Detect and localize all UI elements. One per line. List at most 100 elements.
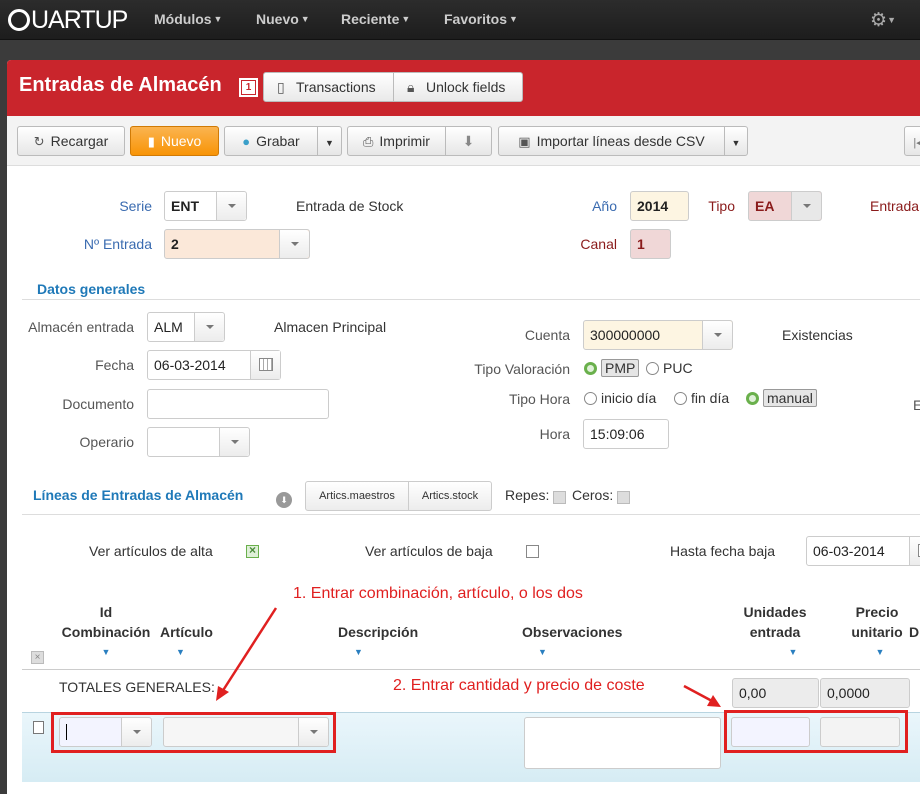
hasta-fecha-field[interactable]: 06-03-2014 <box>806 536 920 566</box>
reload-label: Recargar <box>50 133 109 149</box>
col-precio[interactable]: Precio unitario ▼ <box>838 602 916 662</box>
fecha-field[interactable]: 06-03-2014 <box>147 350 281 380</box>
refresh-icon: ↻ <box>33 134 45 149</box>
artics-stock-button[interactable]: Artics.stock <box>408 481 492 511</box>
ver-baja-checkbox[interactable] <box>526 545 539 558</box>
calendar-icon[interactable] <box>909 537 920 565</box>
caret-down-icon: ▼ <box>731 138 741 148</box>
observaciones-field[interactable] <box>524 717 721 769</box>
radio-selected-icon[interactable] <box>746 392 759 405</box>
radio-selected-icon[interactable] <box>584 362 597 375</box>
hora-field[interactable]: 15:09:06 <box>583 419 669 449</box>
lock-icon: 🔒︎ <box>407 79 415 95</box>
chevron-down-icon[interactable] <box>121 718 151 746</box>
tipo-hora-fin-option[interactable]: fin día <box>674 390 729 406</box>
download-icon[interactable]: ⬇ <box>276 492 292 508</box>
col-descripcion[interactable]: Descripción ▼ <box>338 622 418 662</box>
new-button[interactable]: ▮ Nuevo <box>130 126 219 156</box>
chevron-down-icon[interactable] <box>194 313 224 341</box>
ano-field[interactable]: 2014 <box>630 191 689 221</box>
col-unidades[interactable]: Unidades entrada ▼ <box>738 602 812 662</box>
almacen-select[interactable]: ALM <box>147 312 225 342</box>
repes-checkbox[interactable] <box>553 491 566 504</box>
radio-icon[interactable] <box>584 392 597 405</box>
tipo-hora-manual-option[interactable]: manual <box>746 389 817 407</box>
chevron-down-icon: ▼ <box>509 14 518 24</box>
ver-alta-checkbox[interactable] <box>246 543 259 558</box>
download-icon: ⬇ <box>462 133 475 149</box>
radio-icon[interactable] <box>646 362 659 375</box>
download-button[interactable]: ⬇ <box>445 126 492 156</box>
fecha-label: Fecha <box>95 357 134 373</box>
col-observaciones[interactable]: Observaciones ▼ <box>522 622 622 662</box>
col-id-combinacion[interactable]: Id Combinación ▼ <box>55 602 157 662</box>
menu-nuevo[interactable]: Nuevo ▼ <box>256 11 310 27</box>
chevron-down-icon: ▼ <box>401 14 411 24</box>
first-record-button[interactable]: |◀ <box>904 126 920 156</box>
manual-label: manual <box>763 389 817 407</box>
unlock-fields-label: Unlock fields <box>426 79 506 95</box>
serie-select[interactable]: ENT <box>164 191 247 221</box>
valoracion-pmp-option[interactable]: PMP <box>584 359 640 377</box>
chevron-down-icon[interactable] <box>219 428 249 456</box>
unlock-fields-button[interactable]: 🔒︎ Unlock fields <box>393 72 523 102</box>
fecha-value: 06-03-2014 <box>154 357 226 373</box>
id-combinacion-select[interactable] <box>59 717 152 747</box>
operario-select[interactable] <box>147 427 250 457</box>
transactions-label: Transactions <box>296 79 376 95</box>
radio-icon[interactable] <box>674 392 687 405</box>
ceros-checkbox[interactable] <box>617 491 630 504</box>
calendar-icon[interactable] <box>250 351 280 379</box>
chevron-down-icon[interactable] <box>298 718 328 746</box>
logo-q-mark <box>8 9 30 31</box>
precio-unitario-field[interactable] <box>820 717 900 747</box>
almacen-description: Almacen Principal <box>274 319 387 335</box>
tipo-hora-inicio-option[interactable]: inicio día <box>584 390 656 406</box>
transactions-button[interactable]: ▯ Transactions <box>263 72 394 102</box>
tipo-select[interactable]: EA <box>748 191 822 221</box>
sort-arrow-icon[interactable]: ▼ <box>522 642 622 662</box>
valoracion-puc-option[interactable]: PUC <box>646 360 693 376</box>
ano-label: Año <box>592 198 617 214</box>
menu-modulos[interactable]: Módulos ▼ <box>154 11 222 27</box>
sort-arrow-icon[interactable]: ▼ <box>55 642 157 662</box>
app-logo[interactable]: UARTUP <box>8 7 128 33</box>
operario-label: Operario <box>79 434 134 450</box>
print-button[interactable]: ⎙ Imprimir <box>347 126 446 156</box>
unidades-entrada-field[interactable] <box>731 717 810 747</box>
chevron-down-icon[interactable] <box>216 192 246 220</box>
documento-field[interactable] <box>147 389 329 419</box>
menu-reciente[interactable]: Reciente ▼ <box>341 11 410 27</box>
sort-arrow-icon[interactable]: ▼ <box>338 642 418 662</box>
save-button[interactable]: ● Grabar <box>224 126 318 156</box>
artics-maestros-button[interactable]: Artics.maestros <box>305 481 409 511</box>
chevron-down-icon[interactable] <box>279 230 309 258</box>
hasta-fecha-value: 06-03-2014 <box>813 543 885 559</box>
chevron-down-icon[interactable] <box>702 321 732 349</box>
menu-reciente-label: Reciente <box>341 11 400 27</box>
articulo-select[interactable] <box>163 717 329 747</box>
sort-arrow-icon[interactable]: ▼ <box>738 642 812 662</box>
first-page-icon: |◀ <box>913 137 920 149</box>
nentrada-select[interactable]: 2 <box>164 229 310 259</box>
reload-button[interactable]: ↻ Recargar <box>17 126 125 156</box>
menu-favoritos[interactable]: Favoritos ▼ <box>444 11 518 27</box>
pmp-label: PMP <box>601 359 640 377</box>
serie-label: Serie <box>119 198 152 214</box>
ver-alta-label: Ver artículos de alta <box>89 543 213 559</box>
canal-field[interactable]: 1 <box>630 229 671 259</box>
import-options-dropdown[interactable]: ▼ <box>724 126 748 156</box>
total-precio-value: 0,0000 <box>827 685 870 701</box>
gear-icon[interactable]: ⚙▼ <box>870 9 896 32</box>
cuenta-select[interactable]: 300000000 <box>583 320 733 350</box>
minus-icon[interactable] <box>791 192 821 220</box>
import-csv-button[interactable]: ▣ Importar líneas desde CSV <box>498 126 725 156</box>
save-disc-icon: ● <box>242 134 251 149</box>
box-icon: ▣ <box>518 134 531 149</box>
save-options-dropdown[interactable]: ▼ <box>317 126 342 156</box>
sort-arrow-icon[interactable]: ▼ <box>838 642 916 662</box>
cut-off-label: E <box>913 397 920 413</box>
chevron-down-icon: ▼ <box>213 14 223 24</box>
chevron-down-icon: ▼ <box>300 14 310 24</box>
clear-filter-icon[interactable]: × <box>31 651 44 664</box>
